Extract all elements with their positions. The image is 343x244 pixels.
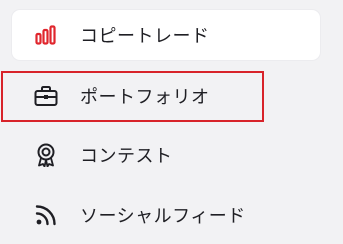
sidebar-item-copy-trade[interactable]: コピートレード: [12, 10, 320, 60]
award-medal-icon: [33, 142, 59, 168]
sidebar-item-portfolio[interactable]: ポートフォリオ: [12, 71, 320, 121]
rss-feed-icon: [33, 202, 59, 228]
sidebar-item-label: コピートレード: [80, 26, 210, 47]
sidebar-nav: コピートレード ポートフォリオ コンテスト ソーシャルフィード: [0, 0, 343, 244]
sidebar-item-label: コンテスト: [80, 146, 173, 167]
sidebar-item-contest[interactable]: コンテスト: [12, 130, 320, 180]
sidebar-item-label: ソーシャルフィード: [80, 206, 246, 227]
briefcase-icon: [33, 83, 59, 109]
sidebar-item-label: ポートフォリオ: [80, 87, 210, 108]
sidebar-item-social-feed[interactable]: ソーシャルフィード: [12, 190, 320, 240]
bar-chart-icon: [33, 22, 59, 48]
